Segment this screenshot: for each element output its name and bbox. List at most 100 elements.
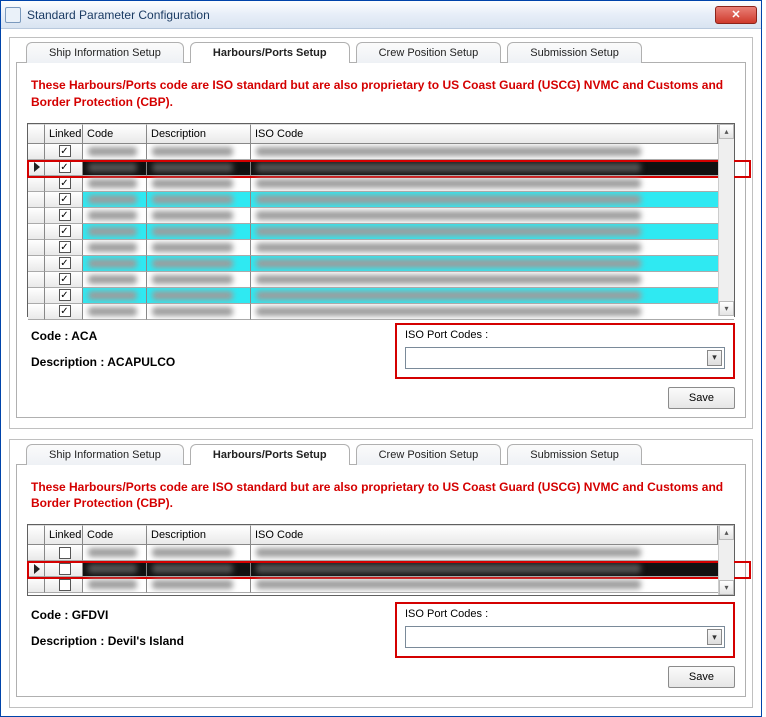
- row-selector-cell[interactable]: [28, 288, 45, 304]
- linked-checkbox[interactable]: ✓: [59, 193, 71, 205]
- code-cell: [83, 272, 147, 288]
- warning-text: These Harbours/Ports code are ISO standa…: [31, 479, 735, 513]
- scroll-up-icon[interactable]: ▴: [719, 124, 734, 139]
- dropdown-icon[interactable]: [707, 629, 722, 645]
- table-row[interactable]: ✓: [28, 208, 734, 224]
- code-cell: [83, 561, 147, 577]
- desc-cell: [147, 256, 251, 272]
- save-button[interactable]: Save: [668, 666, 735, 688]
- linked-checkbox[interactable]: ✓: [59, 145, 71, 157]
- linked-cell[interactable]: ✓: [45, 176, 83, 192]
- table-row[interactable]: ✓: [28, 272, 734, 288]
- window-close-button[interactable]: ✕: [715, 6, 757, 24]
- tab-submission[interactable]: Submission Setup: [507, 42, 642, 63]
- tab-crew-position[interactable]: Crew Position Setup: [356, 444, 502, 465]
- header-description[interactable]: Description: [147, 525, 251, 544]
- table-row[interactable]: [28, 577, 734, 593]
- row-selector-cell[interactable]: [28, 304, 45, 320]
- linked-checkbox[interactable]: [59, 563, 71, 575]
- tab-harbours-ports[interactable]: Harbours/Ports Setup: [190, 42, 350, 63]
- scroll-down-icon[interactable]: ▾: [719, 301, 734, 316]
- header-code[interactable]: Code: [83, 124, 147, 143]
- table-row[interactable]: ✓: [28, 304, 734, 320]
- code-cell: [83, 176, 147, 192]
- header-iso-code[interactable]: ISO Code: [251, 525, 718, 544]
- code-cell: [83, 160, 147, 176]
- row-selector-cell[interactable]: [28, 144, 45, 160]
- table-row[interactable]: [28, 545, 734, 561]
- linked-checkbox[interactable]: ✓: [59, 177, 71, 189]
- iso-cell: [251, 288, 734, 304]
- iso-cell: [251, 192, 734, 208]
- linked-checkbox[interactable]: ✓: [59, 225, 71, 237]
- linked-cell[interactable]: [45, 545, 83, 561]
- row-selector-cell[interactable]: [28, 545, 45, 561]
- tab-harbours-ports[interactable]: Harbours/Ports Setup: [190, 444, 350, 465]
- table-row[interactable]: ✓: [28, 176, 734, 192]
- linked-cell[interactable]: ✓: [45, 272, 83, 288]
- iso-port-codes-dropdown[interactable]: [405, 347, 725, 369]
- linked-cell[interactable]: ✓: [45, 160, 83, 176]
- iso-cell: [251, 304, 734, 320]
- table-row[interactable]: ✓: [28, 160, 734, 176]
- table-row[interactable]: ✓: [28, 224, 734, 240]
- linked-checkbox[interactable]: ✓: [59, 257, 71, 269]
- linked-cell[interactable]: ✓: [45, 304, 83, 320]
- iso-cell: [251, 577, 734, 593]
- linked-checkbox[interactable]: ✓: [59, 305, 71, 317]
- row-selector-cell[interactable]: [28, 240, 45, 256]
- table-row[interactable]: ✓: [28, 240, 734, 256]
- linked-checkbox[interactable]: ✓: [59, 241, 71, 253]
- table-row[interactable]: ✓: [28, 256, 734, 272]
- save-button[interactable]: Save: [668, 387, 735, 409]
- desc-cell: [147, 272, 251, 288]
- linked-cell[interactable]: [45, 577, 83, 593]
- row-selector-cell[interactable]: [28, 208, 45, 224]
- row-selector-cell[interactable]: [28, 224, 45, 240]
- linked-cell[interactable]: ✓: [45, 256, 83, 272]
- linked-cell[interactable]: ✓: [45, 288, 83, 304]
- header-iso-code[interactable]: ISO Code: [251, 124, 718, 143]
- dropdown-icon[interactable]: [707, 350, 722, 366]
- linked-checkbox[interactable]: [59, 579, 71, 591]
- header-description[interactable]: Description: [147, 124, 251, 143]
- linked-checkbox[interactable]: ✓: [59, 273, 71, 285]
- linked-cell[interactable]: ✓: [45, 144, 83, 160]
- iso-port-codes-dropdown[interactable]: [405, 626, 725, 648]
- vertical-scrollbar[interactable]: ▴ ▾: [718, 525, 734, 595]
- row-selector-cell[interactable]: [28, 272, 45, 288]
- header-linked[interactable]: Linked: [45, 525, 83, 544]
- tab-crew-position[interactable]: Crew Position Setup: [356, 42, 502, 63]
- scroll-up-icon[interactable]: ▴: [719, 525, 734, 540]
- linked-checkbox[interactable]: [59, 547, 71, 559]
- row-selector-cell[interactable]: [28, 176, 45, 192]
- linked-cell[interactable]: [45, 561, 83, 577]
- linked-checkbox[interactable]: ✓: [59, 161, 71, 173]
- row-selector-cell[interactable]: [28, 192, 45, 208]
- table-row[interactable]: [28, 561, 734, 577]
- linked-cell[interactable]: ✓: [45, 208, 83, 224]
- row-selector-cell[interactable]: [28, 256, 45, 272]
- table-row[interactable]: ✓: [28, 144, 734, 160]
- linked-cell[interactable]: ✓: [45, 240, 83, 256]
- table-row[interactable]: ✓: [28, 288, 734, 304]
- header-linked[interactable]: Linked: [45, 124, 83, 143]
- row-selector-cell[interactable]: [28, 561, 45, 577]
- table-row[interactable]: ✓: [28, 192, 734, 208]
- vertical-scrollbar[interactable]: ▴ ▾: [718, 124, 734, 316]
- row-selector-cell[interactable]: [28, 577, 45, 593]
- linked-cell[interactable]: ✓: [45, 224, 83, 240]
- linked-cell[interactable]: ✓: [45, 192, 83, 208]
- tab-submission[interactable]: Submission Setup: [507, 444, 642, 465]
- scroll-down-icon[interactable]: ▾: [719, 580, 734, 595]
- data-grid-top[interactable]: Linked Code Description ISO Code ✓ ✓ ✓ ✓ ✓ ✓ ✓…: [27, 123, 735, 317]
- header-code[interactable]: Code: [83, 525, 147, 544]
- row-selector-cell[interactable]: [28, 160, 45, 176]
- data-grid-bottom[interactable]: Linked Code Description ISO Code ▴ ▾: [27, 524, 735, 596]
- grid-header: Linked Code Description ISO Code: [28, 525, 734, 545]
- linked-checkbox[interactable]: ✓: [59, 289, 71, 301]
- tab-ship-info[interactable]: Ship Information Setup: [26, 42, 184, 63]
- tab-ship-info[interactable]: Ship Information Setup: [26, 444, 184, 465]
- grid-body-bottom: [28, 545, 734, 593]
- linked-checkbox[interactable]: ✓: [59, 209, 71, 221]
